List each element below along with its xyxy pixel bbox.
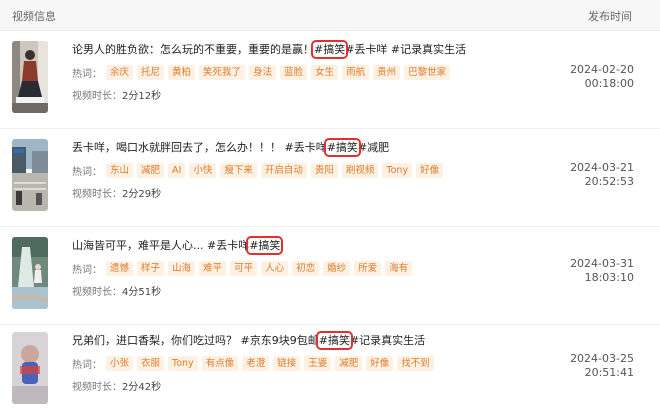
- hot-word-tag[interactable]: 笑死我了: [199, 64, 246, 80]
- table-row[interactable]: 兄弟们，进口香梨，你们吃过吗？ #京东9块9包邮#搞笑#记录真实生活 热词： 小…: [0, 322, 660, 410]
- video-title[interactable]: 兄弟们，进口香梨，你们吃过吗？ #京东9块9包邮#搞笑#记录真实生活: [72, 331, 425, 350]
- duration-label: 视频时长：: [72, 91, 122, 102]
- hot-word-tag[interactable]: 雨航: [342, 64, 370, 80]
- publish-clock: 00:18:00: [584, 77, 634, 90]
- publish-date: 2024-03-31: [570, 257, 634, 270]
- duration-value: 4分51秒: [122, 287, 162, 298]
- publish-date: 2024-03-25: [570, 352, 634, 365]
- hot-words-label: 热词：: [72, 264, 102, 276]
- duration-value: 2分12秒: [122, 91, 162, 102]
- hot-word-tag[interactable]: 初恋: [292, 260, 320, 276]
- hot-word-tag[interactable]: 巴黎世家: [404, 64, 451, 80]
- table-row[interactable]: 山海皆可平，难平是人心... #丢卡咩#搞笑 热词： 遗憾 样子 山海 难平 可…: [0, 227, 660, 325]
- hot-word-tag[interactable]: 难平: [199, 260, 227, 276]
- table-row[interactable]: 丢卡咩，喝口水就胖回去了，怎么办！！！ #丢卡咩#搞笑#减肥 热词： 东山 减肥…: [0, 129, 660, 227]
- person-sitting-icon: [12, 41, 48, 113]
- hot-word-tag[interactable]: Tony: [382, 162, 413, 178]
- hot-word-tag[interactable]: 有点像: [201, 355, 239, 371]
- hot-word-tag[interactable]: 找不到: [397, 355, 434, 371]
- video-title[interactable]: 山海皆可平，难平是人心... #丢卡咩#搞笑: [72, 236, 284, 255]
- hot-word-tag[interactable]: 可平: [230, 260, 258, 276]
- hot-word-tag[interactable]: 女生: [311, 64, 339, 80]
- hot-word-tag[interactable]: 人心: [261, 260, 289, 276]
- hot-word-tag[interactable]: 托尼: [137, 64, 165, 80]
- hot-word-tag[interactable]: 东山: [106, 162, 134, 178]
- hot-word-tag[interactable]: 蓝脸: [280, 64, 308, 80]
- highlight-hashtag[interactable]: #搞笑: [323, 138, 361, 157]
- hot-words: 热词： 东山 减肥 AI 小快 瘦下来 开启自动 贵阳 刷视频 Tony 好像: [72, 162, 447, 178]
- hot-word-tag[interactable]: 小张: [106, 355, 134, 371]
- hot-word-tag[interactable]: 衣服: [137, 355, 165, 371]
- hot-words: 热词： 遗憾 样子 山海 难平 可平 人心 初恋 婚纱 所爱 海有: [72, 260, 416, 276]
- publish-date: 2024-03-21: [570, 161, 634, 174]
- hot-word-tag[interactable]: 减肥: [137, 162, 165, 178]
- hot-word-tag[interactable]: 开启自动: [260, 162, 307, 178]
- hot-words: 热词： 小张 衣服 Tony 有点像 老澄 链接 王婆 减肥 好像 找不到: [72, 355, 438, 371]
- publish-time: 2024-02-20 00:18:00: [544, 63, 634, 91]
- highlight-hashtag[interactable]: #搞笑: [310, 40, 349, 59]
- hot-word-tag[interactable]: 遗憾: [106, 260, 134, 276]
- publish-time: 2024-03-25 20:51:41: [544, 352, 634, 380]
- hot-word-tag[interactable]: 瘦下来: [220, 162, 257, 178]
- publish-clock: 20:51:41: [584, 366, 634, 379]
- video-title[interactable]: 丢卡咩，喝口水就胖回去了，怎么办！！！ #丢卡咩#搞笑#减肥: [72, 138, 389, 157]
- publish-time: 2024-03-31 18:03:10: [544, 257, 634, 285]
- hot-word-tag[interactable]: 刷视频: [341, 162, 379, 178]
- video-thumbnail[interactable]: [12, 139, 48, 211]
- hot-word-tag[interactable]: 王婆: [304, 355, 332, 371]
- publish-clock: 18:03:10: [584, 271, 634, 284]
- video-thumbnail[interactable]: [12, 41, 48, 113]
- street-scene-icon: [12, 139, 48, 211]
- hot-word-tag[interactable]: 小快: [189, 162, 217, 178]
- hot-words-label: 热词：: [72, 68, 102, 80]
- duration-value: 2分42秒: [122, 382, 162, 393]
- hot-word-tag[interactable]: Tony: [168, 355, 198, 371]
- video-thumbnail[interactable]: [12, 237, 48, 309]
- video-duration: 视频时长：2分42秒: [72, 378, 161, 393]
- table-row[interactable]: 论男人的胜负欲：怎么玩的不重要，重要的是赢！#搞笑#丢卡咩 #记录真实生活 热词…: [0, 31, 660, 129]
- video-title[interactable]: 论男人的胜负欲：怎么玩的不重要，重要的是赢！#搞笑#丢卡咩 #记录真实生活: [72, 40, 466, 59]
- duration-value: 2分29秒: [122, 189, 162, 200]
- column-publish-time: 发布时间: [588, 10, 632, 23]
- waterfall-scene-icon: [12, 237, 48, 309]
- hot-word-tag[interactable]: 样子: [137, 260, 165, 276]
- hot-word-tag[interactable]: 老澄: [242, 355, 270, 371]
- publish-date: 2024-02-20: [570, 63, 634, 76]
- hot-word-tag[interactable]: 所爱: [354, 260, 382, 276]
- hot-word-tag[interactable]: AI: [168, 162, 186, 178]
- column-video-info: 视频信息: [12, 10, 56, 23]
- video-duration: 视频时长：4分51秒: [72, 283, 161, 298]
- hot-word-tag[interactable]: 好像: [366, 355, 394, 371]
- hot-word-tag[interactable]: 身法: [249, 64, 277, 80]
- table-header: 视频信息 发布时间: [0, 0, 660, 31]
- hot-words-label: 热词：: [72, 166, 102, 178]
- highlight-hashtag[interactable]: #搞笑: [315, 331, 353, 350]
- video-thumbnail[interactable]: [12, 332, 48, 404]
- hot-word-tag[interactable]: 减肥: [335, 355, 363, 371]
- hot-word-tag[interactable]: 山海: [168, 260, 196, 276]
- hot-word-tag[interactable]: 好像: [416, 162, 444, 178]
- hot-word-tag[interactable]: 贵阳: [310, 162, 338, 178]
- duration-label: 视频时长：: [72, 382, 122, 393]
- publish-time: 2024-03-21 20:52:53: [544, 161, 634, 189]
- hot-word-tag[interactable]: 余庆: [106, 64, 134, 80]
- duration-label: 视频时长：: [72, 189, 122, 200]
- hot-word-tag[interactable]: 婚纱: [323, 260, 351, 276]
- hot-words: 热词： 余庆 托尼 黄柏 笑死我了 身法 蓝脸 女生 雨航 贵州 巴黎世家: [72, 64, 454, 80]
- video-duration: 视频时长：2分29秒: [72, 185, 161, 200]
- highlight-hashtag[interactable]: #搞笑: [246, 236, 284, 255]
- video-duration: 视频时长：2分12秒: [72, 87, 161, 102]
- blurred-portrait-icon: [12, 332, 48, 404]
- hot-word-tag[interactable]: 链接: [273, 355, 301, 371]
- hot-word-tag[interactable]: 海有: [385, 260, 413, 276]
- duration-label: 视频时长：: [72, 287, 122, 298]
- hot-word-tag[interactable]: 贵州: [373, 64, 401, 80]
- hot-word-tag[interactable]: 黄柏: [168, 64, 196, 80]
- publish-clock: 20:52:53: [584, 175, 634, 188]
- hot-words-label: 热词：: [72, 359, 102, 371]
